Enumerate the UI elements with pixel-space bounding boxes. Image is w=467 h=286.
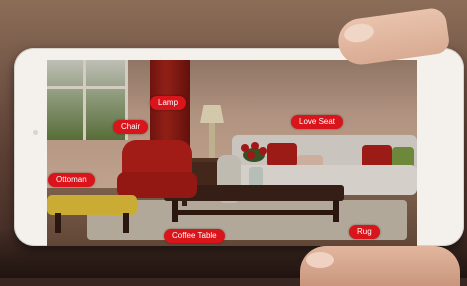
phone-sensor	[33, 130, 38, 135]
thumbnail	[306, 252, 334, 268]
tag-rug[interactable]: Rug	[349, 225, 380, 239]
tag-love-seat[interactable]: Love Seat	[291, 115, 344, 129]
phone-screen	[47, 60, 417, 246]
screen-dim	[47, 60, 417, 246]
tag-chair[interactable]: Chair	[113, 120, 149, 134]
tag-coffee-table[interactable]: Coffee Table	[164, 229, 225, 243]
tag-ottoman[interactable]: Ottoman	[48, 173, 95, 187]
tag-lamp[interactable]: Lamp	[150, 96, 187, 110]
